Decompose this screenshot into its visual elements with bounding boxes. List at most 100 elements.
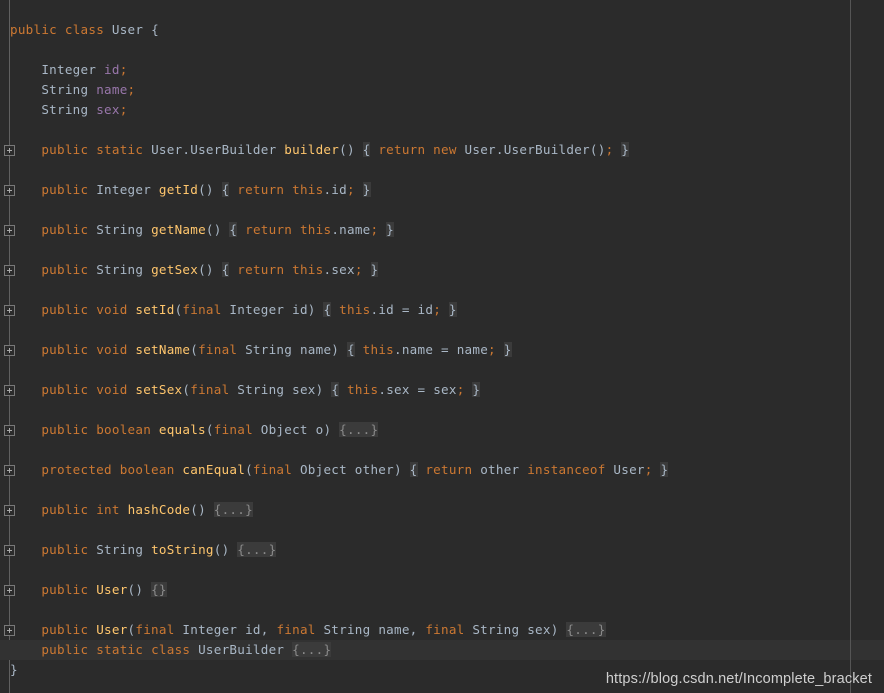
code-line[interactable]: public String toString() {...} [0, 540, 884, 560]
code-line[interactable]: protected boolean canEqual(final Object … [0, 460, 884, 480]
code-token: void [96, 382, 128, 397]
code-line[interactable]: public String getName() { return this.na… [0, 220, 884, 240]
code-token: static [96, 642, 144, 657]
code-token: ) [331, 342, 340, 357]
code-token: , [260, 622, 277, 637]
code-token: final [252, 462, 293, 477]
code-token: = [409, 382, 434, 397]
code-line[interactable]: public User() {} [0, 580, 884, 600]
code-line[interactable]: public boolean equals(final Object o) {.… [0, 420, 884, 440]
code-token: this [299, 222, 332, 237]
code-line[interactable]: public Integer getId() { return this.id;… [0, 180, 884, 200]
code-token: { [346, 342, 355, 357]
code-editor[interactable]: public class User { Integer id; String n… [0, 0, 884, 693]
code-token: ; [456, 382, 465, 397]
code-token: protected [41, 462, 112, 477]
code-token: sex [433, 382, 457, 397]
code-token: , [409, 622, 426, 637]
code-token: () [127, 582, 144, 597]
code-line[interactable]: public void setName(final String name) {… [0, 340, 884, 360]
code-token: final [276, 622, 316, 637]
code-token: public [41, 262, 89, 277]
code-token: ; [433, 302, 442, 317]
code-token: () [205, 222, 222, 237]
code-token: {...} [339, 422, 379, 437]
code-token: final [213, 422, 253, 437]
code-token: String [237, 382, 285, 397]
code-token: .sex [323, 262, 355, 277]
code-token: public [41, 582, 89, 597]
code-token: ; [119, 102, 128, 117]
code-token: {...} [566, 622, 606, 637]
code-content[interactable]: public class User { Integer id; String n… [0, 0, 884, 693]
code-line[interactable]: public String getSex() { return this.sex… [0, 260, 884, 280]
code-token: return [378, 142, 426, 157]
code-line[interactable]: public void setId(final Integer id) { th… [0, 300, 884, 320]
code-token: {...} [213, 502, 253, 517]
code-token: = [433, 342, 457, 357]
code-token: builder [284, 142, 340, 157]
code-token: Object [299, 462, 347, 477]
code-token: String [96, 262, 144, 277]
code-token: {...} [237, 542, 277, 557]
code-token: ) [393, 462, 402, 477]
code-line[interactable]: public int hashCode() {...} [0, 500, 884, 520]
code-token: other [354, 462, 394, 477]
code-token: public [41, 542, 89, 557]
code-line[interactable]: public User(final Integer id, final Stri… [0, 620, 884, 640]
code-line[interactable]: Integer id; [0, 60, 884, 80]
code-token: toString [151, 542, 214, 557]
code-line[interactable]: public static User.UserBuilder builder()… [0, 140, 884, 160]
code-token: sex [96, 102, 120, 117]
code-token: } [10, 662, 18, 677]
code-token: canEqual [182, 462, 246, 477]
code-line[interactable]: public void setSex(final String sex) { t… [0, 380, 884, 400]
code-token: User [96, 582, 128, 597]
code-token: boolean [96, 422, 152, 437]
code-token: Integer [41, 62, 97, 77]
code-token: new [433, 142, 457, 157]
code-token: equals [158, 422, 206, 437]
code-line[interactable]: public static class UserBuilder {...} [0, 640, 884, 660]
code-token: {} [151, 582, 167, 597]
code-line[interactable]: public class User { [0, 20, 884, 40]
code-line[interactable]: String name; [0, 80, 884, 100]
code-token: ; [644, 462, 653, 477]
code-token: } [370, 262, 379, 277]
code-token: User.UserBuilder [151, 142, 277, 157]
code-token: User.UserBuilder [464, 142, 590, 157]
code-line[interactable]: String sex; [0, 100, 884, 120]
code-token: .name [331, 222, 371, 237]
code-token: hashCode [127, 502, 191, 517]
code-token: boolean [119, 462, 175, 477]
code-token: final [135, 622, 175, 637]
code-token: String [245, 342, 293, 357]
code-token: this [292, 262, 324, 277]
code-token: sex [527, 622, 551, 637]
code-token: int [96, 502, 120, 517]
